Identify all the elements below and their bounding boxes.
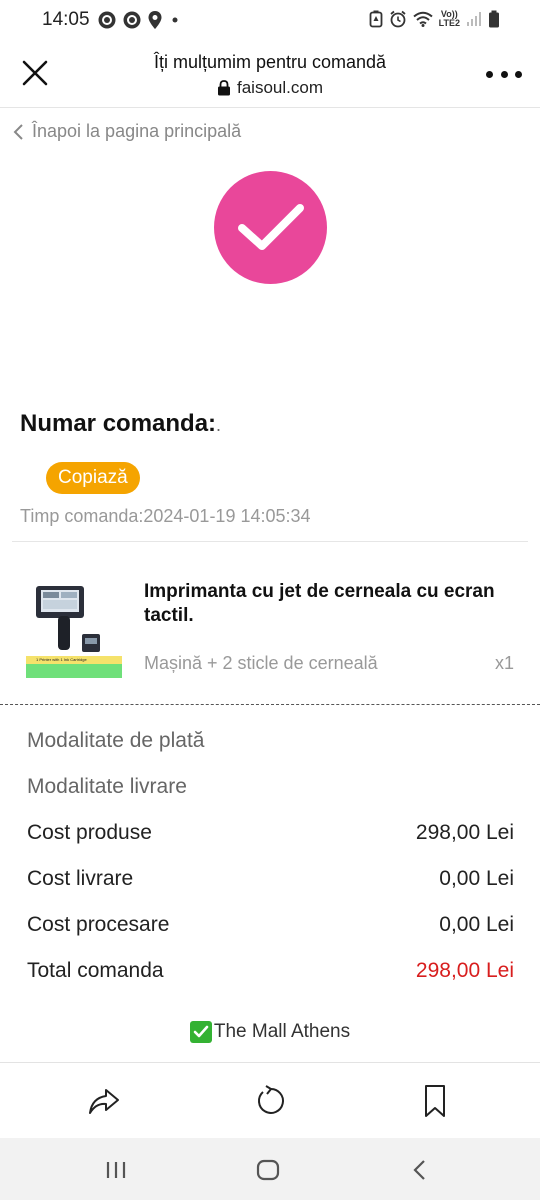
delivery-cost-value: 0,00 Lei	[439, 867, 514, 890]
delivery-cost-row: Cost livrare 0,00 Lei	[27, 867, 514, 891]
battery-icon	[489, 10, 499, 28]
status-right-icons: Vo)) LTE2	[369, 10, 500, 28]
more-options-button[interactable]	[486, 62, 522, 86]
divider	[12, 541, 528, 542]
location-pin-icon	[148, 11, 162, 29]
wifi-icon	[413, 11, 433, 27]
product-image[interactable]: 1 Printer with 1 Ink Cartridge	[24, 580, 124, 680]
processing-cost-label: Cost procesare	[27, 913, 170, 936]
order-time: Timp comanda:2024-01-19 14:05:34	[20, 506, 311, 526]
home-icon	[256, 1159, 280, 1181]
product-quantity: x1	[494, 653, 514, 673]
processing-cost-value: 0,00 Lei	[439, 913, 514, 936]
copy-order-button[interactable]: Copiază	[46, 462, 140, 494]
more-dot-icon	[515, 70, 522, 78]
delivery-method-row: Modalitate livrare	[27, 775, 514, 799]
record-icon	[98, 11, 116, 29]
status-time: 14:05	[42, 9, 90, 30]
delivery-method-label: Modalitate livrare	[27, 775, 187, 798]
delivery-cost-label: Cost livrare	[27, 867, 134, 890]
total-label: Total comanda	[27, 959, 164, 982]
product-cost-label: Cost produse	[27, 821, 152, 844]
recent-apps-icon	[106, 1162, 126, 1178]
order-number-value: .	[216, 415, 222, 435]
status-left-icons	[97, 10, 182, 30]
lock-icon	[218, 80, 230, 96]
dashed-divider	[0, 704, 540, 705]
dot-icon	[172, 17, 178, 23]
more-dot-icon	[500, 70, 508, 78]
android-navigation-bar	[0, 1138, 540, 1200]
alarm-icon	[390, 10, 406, 28]
checkmark-icon	[237, 203, 304, 250]
home-button[interactable]	[254, 1156, 282, 1184]
chevron-left-icon	[13, 123, 23, 140]
green-check-icon	[189, 1021, 212, 1043]
product-variant: Mașină + 2 sticle de cerneală	[144, 653, 378, 673]
mall-info: The Mall Athens	[0, 1021, 540, 1043]
signal-icon	[467, 12, 481, 26]
more-dot-icon	[486, 70, 493, 78]
product-cost-value: 298,00 Lei	[415, 821, 514, 844]
status-bar: 14:05 Vo)) LTE2	[0, 0, 540, 40]
order-number: Numar comanda:.	[20, 410, 221, 438]
payment-method-label: Modalitate de plată	[27, 729, 205, 752]
product-cost-row: Cost produse 298,00 Lei	[27, 821, 514, 845]
lte-label: LTE2	[438, 18, 460, 28]
share-icon	[89, 1089, 119, 1114]
reload-icon	[258, 1085, 284, 1114]
back-icon	[413, 1160, 425, 1180]
url-display[interactable]: faisoul.com	[90, 78, 450, 98]
back-button[interactable]	[406, 1156, 434, 1184]
bookmark-button[interactable]	[418, 1083, 454, 1119]
share-button[interactable]	[86, 1083, 122, 1119]
mall-name: The Mall Athens	[213, 1021, 351, 1042]
recent-apps-button[interactable]	[102, 1156, 130, 1184]
close-icon	[22, 60, 48, 86]
product-title[interactable]: Imprimanta cu jet de cerneala cu ecran t…	[144, 580, 514, 628]
success-badge	[214, 171, 327, 284]
lte-indicator: Vo)) LTE2	[439, 10, 460, 28]
total-value: 298,00 Lei	[415, 959, 514, 982]
bookmark-icon	[425, 1085, 445, 1117]
total-row: Total comanda 298,00 Lei	[27, 959, 514, 983]
url-text: faisoul.com	[237, 78, 323, 97]
processing-cost-row: Cost procesare 0,00 Lei	[27, 913, 514, 937]
record-icon-2	[123, 11, 141, 29]
browser-header: Îți mulțumim pentru comandă faisoul.com	[0, 40, 540, 108]
back-to-home-link[interactable]: Înapoi la pagina principală	[12, 121, 241, 142]
order-number-label: Numar comanda:	[20, 410, 217, 437]
back-link-label: Înapoi la pagina principală	[32, 121, 242, 141]
reload-button[interactable]	[252, 1083, 288, 1119]
payment-method-row: Modalitate de plată	[27, 729, 514, 753]
product-image-caption: 1 Printer with 1 Ink Cartridge	[36, 657, 87, 662]
close-button[interactable]	[18, 56, 52, 90]
page-title: Îți mulțumim pentru comandă	[153, 52, 387, 72]
browser-bottom-toolbar	[0, 1062, 540, 1138]
battery-saver-icon	[369, 10, 383, 28]
